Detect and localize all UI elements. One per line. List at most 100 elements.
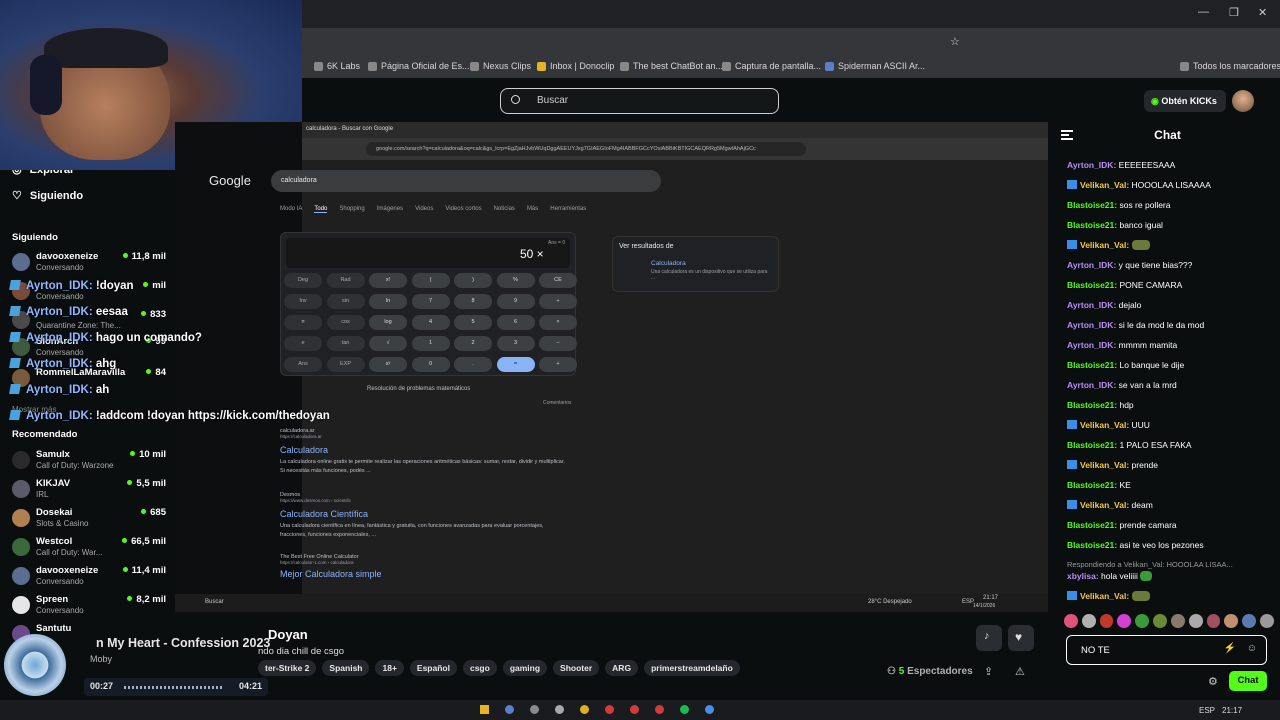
calculator-key: 5 [454,315,492,330]
bookmark-item[interactable]: Nexus Clips [470,61,531,71]
channel-item[interactable]: Samulx Call of Duty: Warzone 10 mil [12,449,172,475]
tag[interactable]: Español [409,660,457,676]
emote[interactable] [1260,614,1274,628]
channel-item[interactable]: KIKJAV IRL 5,5 mil [12,478,172,504]
emote[interactable] [1135,614,1150,628]
chat-username[interactable]: Blastoise21: [1067,540,1117,550]
bookmark-item[interactable]: Spiderman ASCII Ar... [825,61,925,71]
chat-username[interactable]: Ayrton_IDK: [1067,160,1116,170]
app-icon[interactable] [530,705,539,714]
language-indicator[interactable]: ESP [1199,706,1215,715]
maximize-icon[interactable]: ❐ [1229,6,1239,19]
commands-icon[interactable]: ⚡ [1224,643,1236,654]
bookmark-item[interactable]: Captura de pantalla... [722,61,821,71]
chat-text: EEEEEESAAA [1118,160,1176,170]
chat-username[interactable]: Blastoise21: [1067,360,1117,370]
emote[interactable] [1170,614,1185,628]
bookmark-star-icon[interactable]: ☆ [950,35,960,48]
emote [1131,240,1150,250]
app-icon[interactable] [705,705,714,714]
folder-icon[interactable] [480,705,489,714]
calculator-key: xʸ [369,357,407,372]
emote[interactable] [1064,614,1078,628]
calculator-key: ÷ [539,294,577,309]
chrome-icon[interactable] [580,705,589,714]
tag[interactable]: 18+ [375,660,404,676]
tag[interactable]: ARG [605,660,639,676]
chat-message: Ayrton_IDK: EEEEEESAAA [1067,160,1175,170]
follow-button[interactable]: ♥ [1008,625,1034,651]
tag[interactable]: csgo [462,660,497,676]
avatar[interactable] [1232,90,1254,112]
send-chat-button[interactable]: Chat [1229,671,1267,691]
emote[interactable] [1188,614,1203,628]
chat-username[interactable]: Ayrton_IDK: [1067,340,1116,350]
chat-username[interactable]: Ayrton_IDK: [1067,320,1116,330]
chat-username[interactable]: Blastoise21: [1067,280,1117,290]
channel-item[interactable]: davooxeneize Conversando 11,8 mil [12,251,172,277]
close-icon[interactable]: ✕ [1258,6,1267,19]
panel-desc: Una calculadora es un dispositivo que se… [651,269,768,281]
chat-username[interactable]: Ayrton_IDK: [1067,300,1116,310]
tag[interactable]: Spanish [322,660,370,676]
app-icon[interactable] [630,705,639,714]
tag[interactable]: primerstreamdelaño [644,660,740,676]
channel-item[interactable]: Westcol Call of Duty: War... 66,5 mil [12,536,172,562]
chat-username[interactable]: Ayrton_IDK: [1067,260,1116,270]
chat-message: Blastoise21: KE [1067,480,1131,490]
search-input[interactable]: Buscar [500,88,779,114]
app-icon[interactable] [555,705,564,714]
chat-username[interactable]: Blastoise21: [1067,200,1117,210]
chat-username[interactable]: Velikan_Val: [1080,180,1129,190]
chat-input[interactable]: NO TE ⚡ ☺ [1066,635,1267,665]
emote[interactable] [1242,614,1257,628]
bookmark-item[interactable]: 6K Labs [314,61,360,71]
app-icon[interactable] [655,705,664,714]
emote[interactable] [1206,614,1221,628]
share-icon[interactable]: ⇪ [984,665,993,678]
channel-item[interactable]: davooxeneize Conversando 11,4 mil [12,565,172,591]
chat-username[interactable]: Velikan_Val: [1080,240,1129,250]
result-item: The Best Free Online Calculator https://… [280,554,382,579]
chat-text: hdp [1119,400,1134,410]
channel-item[interactable]: Spreen Conversando 8,2 mil [12,594,172,620]
chat-username[interactable]: Velikan_Val: [1080,460,1129,470]
math-help-link: Resolución de problemas matemáticos [367,386,471,392]
chat-username[interactable]: Blastoise21: [1067,400,1117,410]
chat-text: sos re pollera [1119,200,1171,210]
spotify-icon[interactable] [680,705,689,714]
calculator-key: 2 [454,336,492,351]
gear-icon[interactable]: ⚙ [1208,675,1218,688]
chat-username[interactable]: Blastoise21: [1067,220,1117,230]
emote[interactable] [1099,614,1114,628]
chat-username[interactable]: Blastoise21: [1067,480,1117,490]
steam-icon[interactable] [505,705,514,714]
chat-username[interactable]: Velikan_Val: [1080,420,1129,430]
emote[interactable] [1153,614,1167,628]
emote[interactable] [1081,614,1096,628]
tag[interactable]: Shooter [553,660,600,676]
minimize-icon[interactable]: — [1198,6,1209,18]
chat-username[interactable]: Ayrton_IDK: [1067,380,1116,390]
emote[interactable] [1224,614,1239,628]
channel-item[interactable]: Dosekai Slots & Casino 685 [12,507,172,533]
chat-username[interactable]: Velikan_Val: [1080,500,1129,510]
tag[interactable]: gaming [502,660,548,676]
all-bookmarks[interactable]: Todos los marcadores [1180,61,1280,71]
sidebar-item-following[interactable]: ♡ Siguiendo [12,189,83,203]
notifications-button[interactable]: ♪ [976,625,1002,651]
bookmark-item[interactable]: The best ChatBot an... [620,61,723,71]
report-icon[interactable]: ⚠ [1015,665,1025,678]
chat-username[interactable]: Blastoise21: [1067,440,1117,450]
stream-chat-overlay: Ayrton_IDK: !doyan Ayrton_IDK: eesaa Ayr… [0,278,360,428]
bookmark-item[interactable]: Inbox | Donoclip [537,61,614,71]
emote[interactable] [1117,614,1132,628]
chat-message: Blastoise21: 1 PALO ESA FAKA [1067,440,1192,450]
streamer-name[interactable]: Doyan [268,627,308,642]
chat-username[interactable]: Blastoise21: [1067,520,1117,530]
chat-text: Lo banque le dije [1119,360,1185,370]
get-kicks-button[interactable]: ◉ Obtén KICKs [1144,90,1226,112]
app-icon[interactable] [605,705,614,714]
emoji-icon[interactable]: ☺ [1247,643,1257,654]
bookmark-item[interactable]: Página Oficial de Es... [368,61,470,71]
